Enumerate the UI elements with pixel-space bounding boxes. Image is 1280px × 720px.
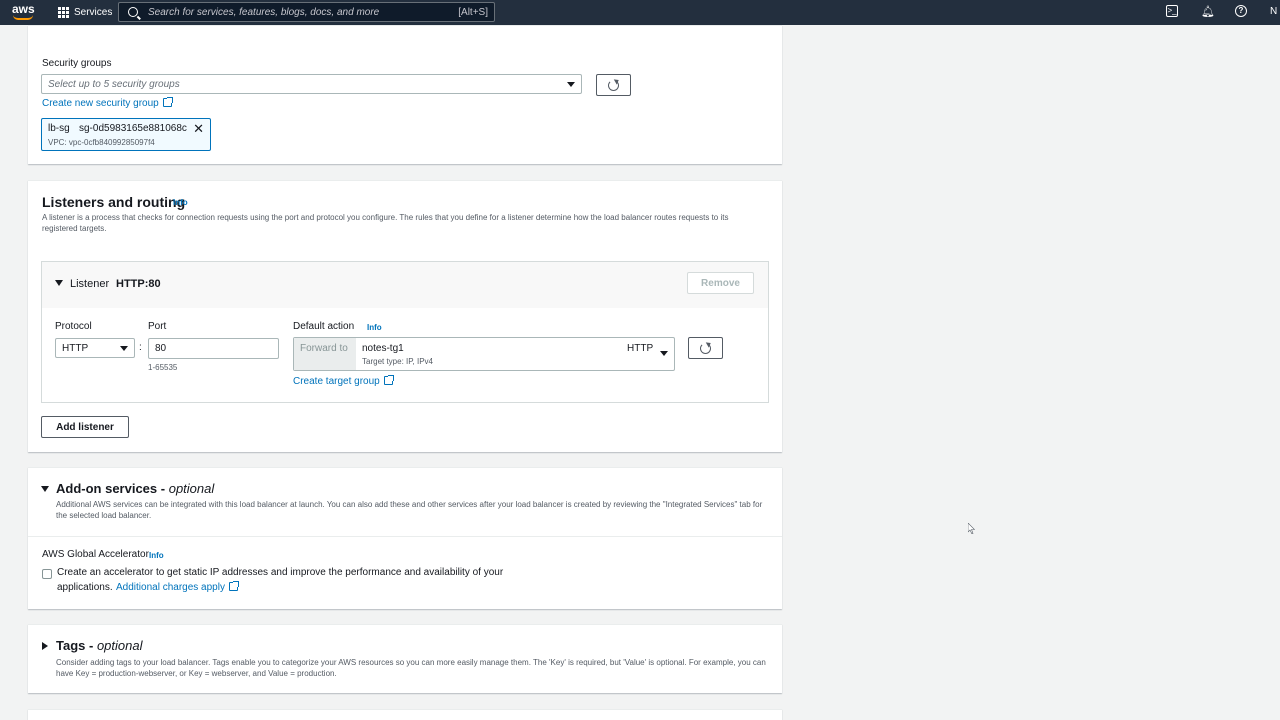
security-groups-placeholder: Select up to 5 security groups xyxy=(48,78,180,90)
user-menu[interactable]: N xyxy=(1270,6,1277,17)
listeners-panel: Listeners and routing Info A listener is… xyxy=(28,180,782,452)
help-icon[interactable]: ? xyxy=(1235,5,1247,17)
external-link-icon xyxy=(383,375,394,385)
token-name: lb-sg xyxy=(48,123,70,134)
accelerator-checkbox-text-2: applications. xyxy=(57,582,113,593)
top-nav: aws Services [Alt+S] >_ 🔔︎ ? N xyxy=(0,0,1280,25)
close-icon[interactable]: ✕ xyxy=(193,122,204,135)
forward-to-label: Forward to xyxy=(294,338,356,370)
additional-charges-link[interactable]: Additional charges apply xyxy=(116,581,239,593)
create-target-group-link[interactable]: Create target group xyxy=(293,375,394,387)
listeners-description: A listener is a process that checks for … xyxy=(42,213,729,233)
search-icon xyxy=(128,7,138,17)
protocol-label: Protocol xyxy=(55,321,92,332)
tags-title-optional: optional xyxy=(96,638,143,653)
chevron-down-icon xyxy=(660,351,668,356)
search-input[interactable] xyxy=(148,6,448,18)
mouse-cursor-icon xyxy=(968,523,975,534)
addon-title-text: Add-on services - xyxy=(56,481,166,496)
external-link-icon xyxy=(162,97,173,107)
accelerator-label: AWS Global Accelerator xyxy=(42,549,149,560)
tags-title: Tags - optional xyxy=(56,638,143,653)
search-shortcut-hint: [Alt+S] xyxy=(458,7,488,18)
token-id: sg-0d5983165e881068c xyxy=(79,123,187,134)
additional-charges-text: Additional charges apply xyxy=(116,582,225,593)
caret-down-icon[interactable] xyxy=(55,280,63,286)
listener-card: Listener HTTP:80 Remove Protocol HTTP : … xyxy=(41,261,769,403)
security-groups-panel: Security groups Select up to 5 security … xyxy=(28,25,782,164)
port-hint: 1-65535 xyxy=(148,363,178,372)
caret-right-icon[interactable] xyxy=(42,642,48,650)
accelerator-checkbox[interactable] xyxy=(42,569,52,579)
add-listener-button[interactable]: Add listener xyxy=(41,416,129,438)
listeners-info-link[interactable]: Info xyxy=(173,198,188,207)
target-type: Target type: IP, IPv4 xyxy=(362,357,434,366)
create-target-group-text: Create target group xyxy=(293,376,380,387)
external-link-icon xyxy=(228,581,239,591)
default-action-info-link[interactable]: Info xyxy=(367,323,382,332)
listeners-title: Listeners and routing xyxy=(42,194,186,210)
remove-listener-button[interactable]: Remove xyxy=(687,272,754,294)
listener-name: HTTP:80 xyxy=(116,278,161,290)
addon-title: Add-on services - optional xyxy=(56,481,214,496)
tags-description: Consider adding tags to your load balanc… xyxy=(56,658,766,678)
protocol-select[interactable]: HTTP xyxy=(55,338,135,358)
accelerator-checkbox-text: Create an accelerator to get static IP a… xyxy=(57,567,504,578)
refresh-icon xyxy=(608,79,619,91)
addon-title-optional: optional xyxy=(168,481,215,496)
services-button[interactable]: Services xyxy=(58,4,112,21)
cloudshell-icon[interactable]: >_ xyxy=(1166,5,1178,17)
target-group-refresh-button[interactable] xyxy=(688,337,723,359)
security-groups-select[interactable]: Select up to 5 security groups xyxy=(41,74,582,94)
caret-down-icon[interactable] xyxy=(41,486,49,492)
create-security-group-link[interactable]: Create new security group xyxy=(42,97,173,109)
aws-logo-text: aws xyxy=(12,2,35,16)
grid-icon xyxy=(58,7,69,18)
target-protocol: HTTP xyxy=(627,343,654,354)
port-input[interactable] xyxy=(148,338,279,359)
chevron-down-icon xyxy=(567,82,575,87)
addon-description: Additional AWS services can be integrate… xyxy=(56,500,763,520)
tags-panel: Tags - optional Consider adding tags to … xyxy=(28,624,782,693)
chevron-down-icon xyxy=(120,346,128,351)
port-label: Port xyxy=(148,321,167,332)
default-action-label: Default action xyxy=(293,321,355,332)
listener-header: Listener HTTP:80 Remove xyxy=(42,262,768,308)
accelerator-info-link[interactable]: Info xyxy=(149,551,164,560)
bell-icon[interactable]: 🔔︎ xyxy=(1201,5,1215,19)
listener-label: Listener xyxy=(70,278,110,290)
security-groups-refresh-button[interactable] xyxy=(596,74,631,96)
addon-divider xyxy=(28,536,782,537)
tags-title-text: Tags - xyxy=(56,638,94,653)
security-groups-label: Security groups xyxy=(42,58,112,69)
refresh-icon xyxy=(700,342,711,354)
aws-logo[interactable]: aws xyxy=(12,3,36,21)
create-security-group-text: Create new security group xyxy=(42,98,159,109)
token-vpc: VPC: vpc-0cfb84099285097f4 xyxy=(48,138,155,147)
default-action-select[interactable]: Forward to notes-tg1 Target type: IP, IP… xyxy=(293,337,675,371)
aws-smile-icon xyxy=(13,15,33,20)
port-separator: : xyxy=(139,342,142,353)
protocol-value: HTTP xyxy=(62,342,89,354)
addon-services-panel: Add-on services - optional Additional AW… xyxy=(28,467,782,609)
target-group-name: notes-tg1 xyxy=(362,343,404,354)
next-panel xyxy=(28,709,782,720)
search-box[interactable]: [Alt+S] xyxy=(118,2,495,22)
services-label: Services xyxy=(74,7,113,18)
security-group-token: lb-sg sg-0d5983165e881068c VPC: vpc-0cfb… xyxy=(41,118,211,151)
